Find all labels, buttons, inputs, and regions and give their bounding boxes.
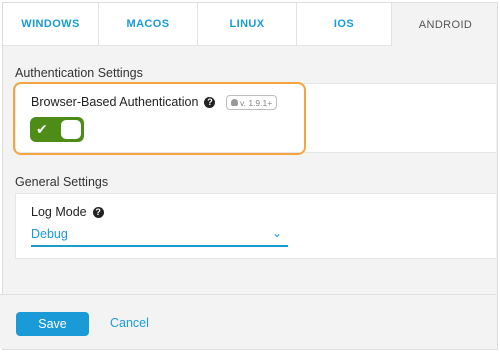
general-section-title: General Settings [15, 175, 109, 189]
browser-auth-label: Browser-Based Authentication ? [31, 95, 216, 109]
question-circle-icon[interactable]: ? [204, 96, 216, 108]
log-mode-select[interactable]: Debug ⌄ [31, 225, 288, 247]
tab-macos[interactable]: MACOS [99, 3, 198, 46]
auth-section-title: Authentication Settings [15, 66, 143, 80]
version-badge: v. 1.9.1+ [226, 95, 278, 110]
tab-linux[interactable]: LINUX [198, 3, 297, 46]
question-circle-icon[interactable]: ? [92, 206, 104, 218]
log-mode-label-text: Log Mode [31, 205, 87, 219]
chevron-down-icon: ⌄ [271, 226, 282, 240]
log-mode-label: Log Mode ? [31, 205, 104, 219]
browser-auth-label-text: Browser-Based Authentication [31, 95, 199, 109]
version-badge-text: v. 1.9.1+ [240, 97, 273, 108]
tab-ios[interactable]: IOS [297, 3, 392, 46]
tab-android[interactable]: ANDROID [392, 3, 497, 46]
toggle-knob [61, 120, 81, 139]
android-icon [231, 99, 238, 106]
cancel-button[interactable]: Cancel [110, 316, 149, 330]
save-button[interactable]: Save [16, 312, 89, 336]
log-mode-value: Debug [31, 227, 68, 241]
checkmark-icon: ✔ [36, 121, 48, 137]
auth-settings-card [15, 83, 496, 153]
tab-windows[interactable]: WINDOWS [3, 3, 99, 46]
browser-auth-toggle[interactable]: ✔ [30, 117, 84, 142]
platform-tabs: WINDOWS MACOS LINUX IOS ANDROID [3, 3, 497, 46]
